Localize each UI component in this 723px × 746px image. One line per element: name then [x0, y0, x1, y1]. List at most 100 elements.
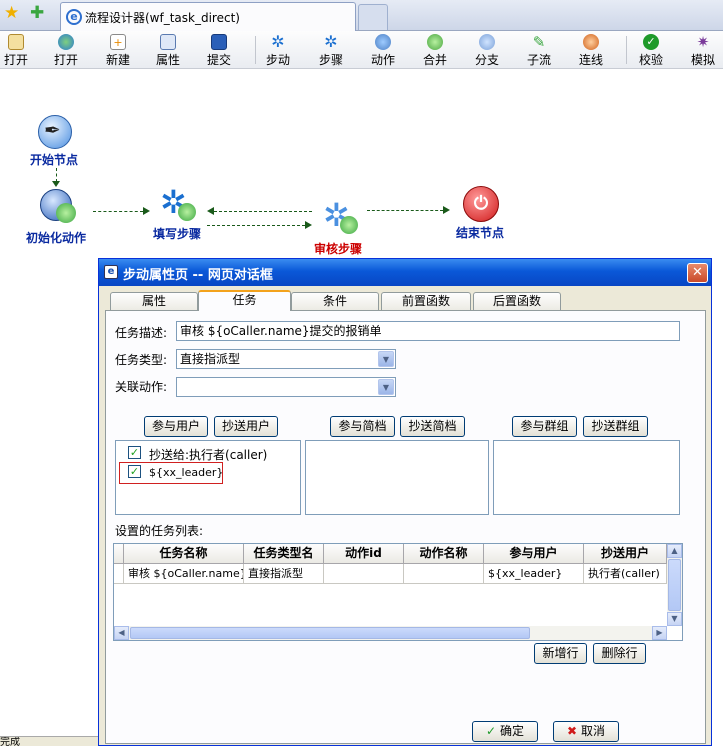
- cc-user-button[interactable]: 抄送用户: [214, 416, 278, 437]
- task-desc-input[interactable]: 审核 ${oCaller.name}提交的报销单: [176, 321, 680, 341]
- grid-header-participant[interactable]: 参与用户: [484, 544, 584, 564]
- pen-icon: ✒: [44, 118, 61, 142]
- scroll-up-icon[interactable]: ▲: [667, 544, 682, 558]
- user-item-caller[interactable]: 抄送给:执行者(caller): [149, 446, 267, 463]
- grid-cell-action-id[interactable]: [324, 564, 404, 584]
- connector-arrow: [143, 207, 150, 215]
- tab-condition[interactable]: 条件: [291, 292, 379, 310]
- user-icon: [178, 203, 196, 221]
- init-action-node-label[interactable]: 初始化动作: [26, 229, 86, 246]
- toolbar-separator: [626, 36, 627, 64]
- task-type-value: 直接指派型: [180, 352, 241, 366]
- add-favorite-icon[interactable]: ✚: [30, 3, 44, 23]
- scroll-thumb-vertical[interactable]: [668, 559, 681, 611]
- connector-line: [214, 211, 312, 212]
- favorites-star-icon[interactable]: ★: [4, 3, 19, 23]
- gear-icon: ✲: [324, 32, 338, 51]
- open-web-button[interactable]: 打开: [52, 33, 80, 67]
- scroll-right-icon[interactable]: ▶: [652, 626, 667, 640]
- grid-cell-cc-user[interactable]: 执行者(caller): [584, 564, 667, 584]
- brief-listbox[interactable]: [305, 440, 489, 515]
- task-type-label: 任务类型:: [115, 353, 168, 367]
- scroll-left-icon[interactable]: ◀: [114, 626, 129, 640]
- properties-icon: [160, 34, 176, 50]
- open-file-icon: [8, 34, 24, 50]
- grid-header-action-name[interactable]: 动作名称: [404, 544, 484, 564]
- participant-group-button[interactable]: 参与群组: [512, 416, 577, 437]
- dialog-title-bar[interactable]: e 步动属性页 -- 网页对话框 ✕: [99, 259, 711, 286]
- end-node-label[interactable]: 结束节点: [456, 224, 504, 241]
- new-button[interactable]: + 新建: [104, 33, 132, 67]
- tab-post-function[interactable]: 后置函数: [473, 292, 561, 310]
- ok-button[interactable]: ✓ 确定: [472, 721, 538, 742]
- review-step-node-label[interactable]: 审核步骤: [314, 240, 362, 257]
- open-file-button[interactable]: 打开: [2, 33, 30, 67]
- connector-arrow: [443, 206, 450, 214]
- workflow-canvas: [0, 70, 723, 258]
- chevron-down-icon[interactable]: ▼: [378, 351, 394, 367]
- task-type-select[interactable]: 直接指派型 ▼: [176, 349, 396, 369]
- properties-button[interactable]: 属性: [154, 33, 182, 67]
- split-icon: [479, 34, 495, 50]
- check-icon: ✓: [486, 724, 497, 738]
- grid-header-task-type[interactable]: 任务类型名: [244, 544, 324, 564]
- simulate-button[interactable]: ✷ 模拟: [688, 33, 718, 67]
- status-text: 完成: [0, 737, 20, 746]
- connect-icon: [583, 34, 599, 50]
- cc-brief-button[interactable]: 抄送简档: [400, 416, 465, 437]
- user-checkbox-caller[interactable]: ✓: [128, 446, 141, 459]
- user-checkbox-leader[interactable]: ✓: [128, 465, 141, 478]
- user-item-leader[interactable]: ${xx_leader}: [149, 466, 223, 479]
- grid-header-action-id[interactable]: 动作id: [324, 544, 404, 564]
- group-listbox[interactable]: [493, 440, 680, 515]
- related-action-select[interactable]: ▼: [176, 377, 396, 397]
- grid-row-header: [114, 544, 124, 564]
- user-icon: [340, 216, 358, 234]
- connector-arrow: [207, 207, 214, 215]
- add-row-button[interactable]: 新增行: [534, 643, 587, 664]
- scroll-thumb-horizontal[interactable]: [130, 627, 530, 639]
- fill-step-node-label[interactable]: 填写步骤: [153, 225, 201, 242]
- participant-brief-button[interactable]: 参与简档: [330, 416, 395, 437]
- grid-header-task-name[interactable]: 任务名称: [124, 544, 244, 564]
- browser-tab-title: 流程设计器(wf_task_direct): [85, 11, 240, 25]
- auto-step-button[interactable]: ✲ 步动: [263, 33, 293, 68]
- grid-header-cc-user[interactable]: 抄送用户: [584, 544, 667, 564]
- subflow-button[interactable]: ✎ 子流: [524, 33, 554, 67]
- tab-properties[interactable]: 属性: [110, 292, 198, 310]
- dialog-title: 步动属性页 -- 网页对话框: [123, 268, 273, 283]
- browser-tab-bar: ★ ✚ e 流程设计器(wf_task_direct): [0, 0, 723, 31]
- action-button[interactable]: 动作: [368, 33, 398, 67]
- merge-icon: [427, 34, 443, 50]
- start-node-label[interactable]: 开始节点: [30, 151, 78, 168]
- branch-button[interactable]: 分支: [472, 33, 502, 67]
- merge-button[interactable]: 合并: [420, 33, 450, 67]
- delete-row-button[interactable]: 删除行: [593, 643, 646, 664]
- ok-button-label: 确定: [499, 724, 524, 738]
- end-node-icon[interactable]: ⏻: [463, 186, 499, 222]
- chevron-down-icon[interactable]: ▼: [378, 379, 394, 395]
- close-icon: ✖: [567, 724, 578, 738]
- cc-group-button[interactable]: 抄送群组: [583, 416, 648, 437]
- tab-task[interactable]: 任务: [198, 290, 291, 311]
- user-action-icon: [375, 34, 391, 50]
- grid-vertical-scrollbar[interactable]: ▲ ▼: [667, 544, 682, 626]
- tab-pre-function[interactable]: 前置函数: [381, 292, 471, 310]
- grid-cell-participant[interactable]: ${xx_leader}: [484, 564, 584, 584]
- grid-cell-action-name[interactable]: [404, 564, 484, 584]
- dialog-close-button[interactable]: ✕: [687, 263, 708, 283]
- validate-button[interactable]: ✓ 校验: [636, 33, 666, 67]
- submit-button[interactable]: 提交: [205, 33, 233, 67]
- cancel-button[interactable]: ✖ 取消: [553, 721, 619, 742]
- new-tab-button[interactable]: [358, 4, 388, 30]
- user-icon: [56, 203, 76, 223]
- scroll-down-icon[interactable]: ▼: [667, 612, 682, 626]
- browser-tab-active[interactable]: e 流程设计器(wf_task_direct): [60, 2, 356, 31]
- grid-cell-task-type[interactable]: 直接指派型: [244, 564, 324, 584]
- connect-button[interactable]: 连线: [576, 33, 606, 67]
- status-bar: 完成: [0, 736, 98, 746]
- step-button[interactable]: ✲ 步骤: [316, 32, 346, 68]
- grid-horizontal-scrollbar[interactable]: ◀ ▶: [114, 626, 667, 640]
- grid-cell-task-name[interactable]: 审核 ${oCaller.name}: [124, 564, 244, 584]
- participant-user-button[interactable]: 参与用户: [144, 416, 208, 437]
